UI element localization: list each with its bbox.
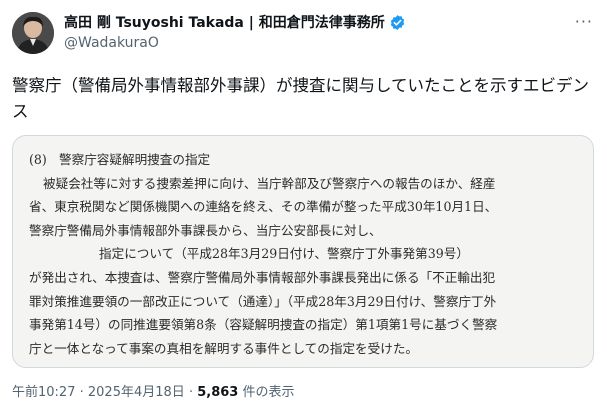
document-line: 事発第14号）の同推進要領第8条（容疑解明捜査の指定）第1項第1号に基づく警察 bbox=[29, 317, 498, 333]
author-display-name[interactable]: 高田 剛 Tsuyoshi Takada | 和田倉門法律事務所 bbox=[64, 12, 385, 32]
post-image[interactable]: (8) 警察庁容疑解明捜査の指定 被疑会社等に対する捜索差押に向け、当庁幹部及び警… bbox=[12, 135, 594, 368]
document-line: 庁と一体となって事案の真相を解明する事件としての指定を受けた。 bbox=[29, 340, 419, 356]
scanned-document: (8) 警察庁容疑解明捜査の指定 被疑会社等に対する捜索差押に向け、当庁幹部及び警… bbox=[29, 148, 581, 356]
post-time[interactable]: 午前10:27 bbox=[12, 385, 75, 400]
avatar[interactable] bbox=[12, 12, 54, 54]
document-heading-number: (8) bbox=[29, 152, 47, 167]
document-line: 警察庁警備局外事情報部外事課長から、当庁公安部長に対し、 bbox=[29, 222, 382, 238]
document-line: 指定について（平成28年3月29日付け、警察庁丁外事発第39号） bbox=[99, 246, 469, 262]
post: 高田 剛 Tsuyoshi Takada | 和田倉門法律事務所 @Wadaku… bbox=[0, 0, 607, 407]
separator: · bbox=[188, 385, 194, 400]
post-metadata: 午前10:27 · 2025年4月18日 · 5,863 件の表示 bbox=[12, 381, 295, 400]
separator: · bbox=[79, 385, 84, 400]
author-handle[interactable]: @WadakuraO bbox=[64, 35, 159, 51]
views-label: 件の表示 bbox=[242, 385, 295, 400]
document-line: 罪対策推進要領の一部改正について（通達）」（平成28年3月29日付け、警察庁丁外 bbox=[29, 293, 497, 309]
document-line: が発出され、本捜査は、警察庁警備局外事情報部外事課長発出に係る「不正輸出犯 bbox=[29, 269, 496, 285]
more-icon[interactable]: ··· bbox=[575, 12, 593, 31]
author-name-line: 高田 剛 Tsuyoshi Takada | 和田倉門法律事務所 bbox=[64, 12, 406, 32]
verified-badge-icon bbox=[389, 14, 406, 31]
document-line: 被疑会社等に対する捜索差押に向け、当庁幹部及び警察庁への報告のほか、経産 bbox=[43, 175, 496, 191]
post-text: 警察庁（警備局外事情報部外事課）が捜査に関与していたことを示すエビデンス bbox=[12, 76, 590, 121]
document-heading: (8) 警察庁容疑解明捜査の指定 bbox=[29, 148, 581, 172]
document-heading-title: 警察庁容疑解明捜査の指定 bbox=[59, 152, 211, 167]
avatar-photo bbox=[12, 12, 54, 54]
views-count: 5,863 bbox=[197, 385, 239, 400]
post-date[interactable]: 2025年4月18日 bbox=[88, 385, 185, 400]
document-line: 省、東京税関など関係機関への連絡を終え、その準備が整った平成30年10月1日、 bbox=[29, 199, 498, 215]
